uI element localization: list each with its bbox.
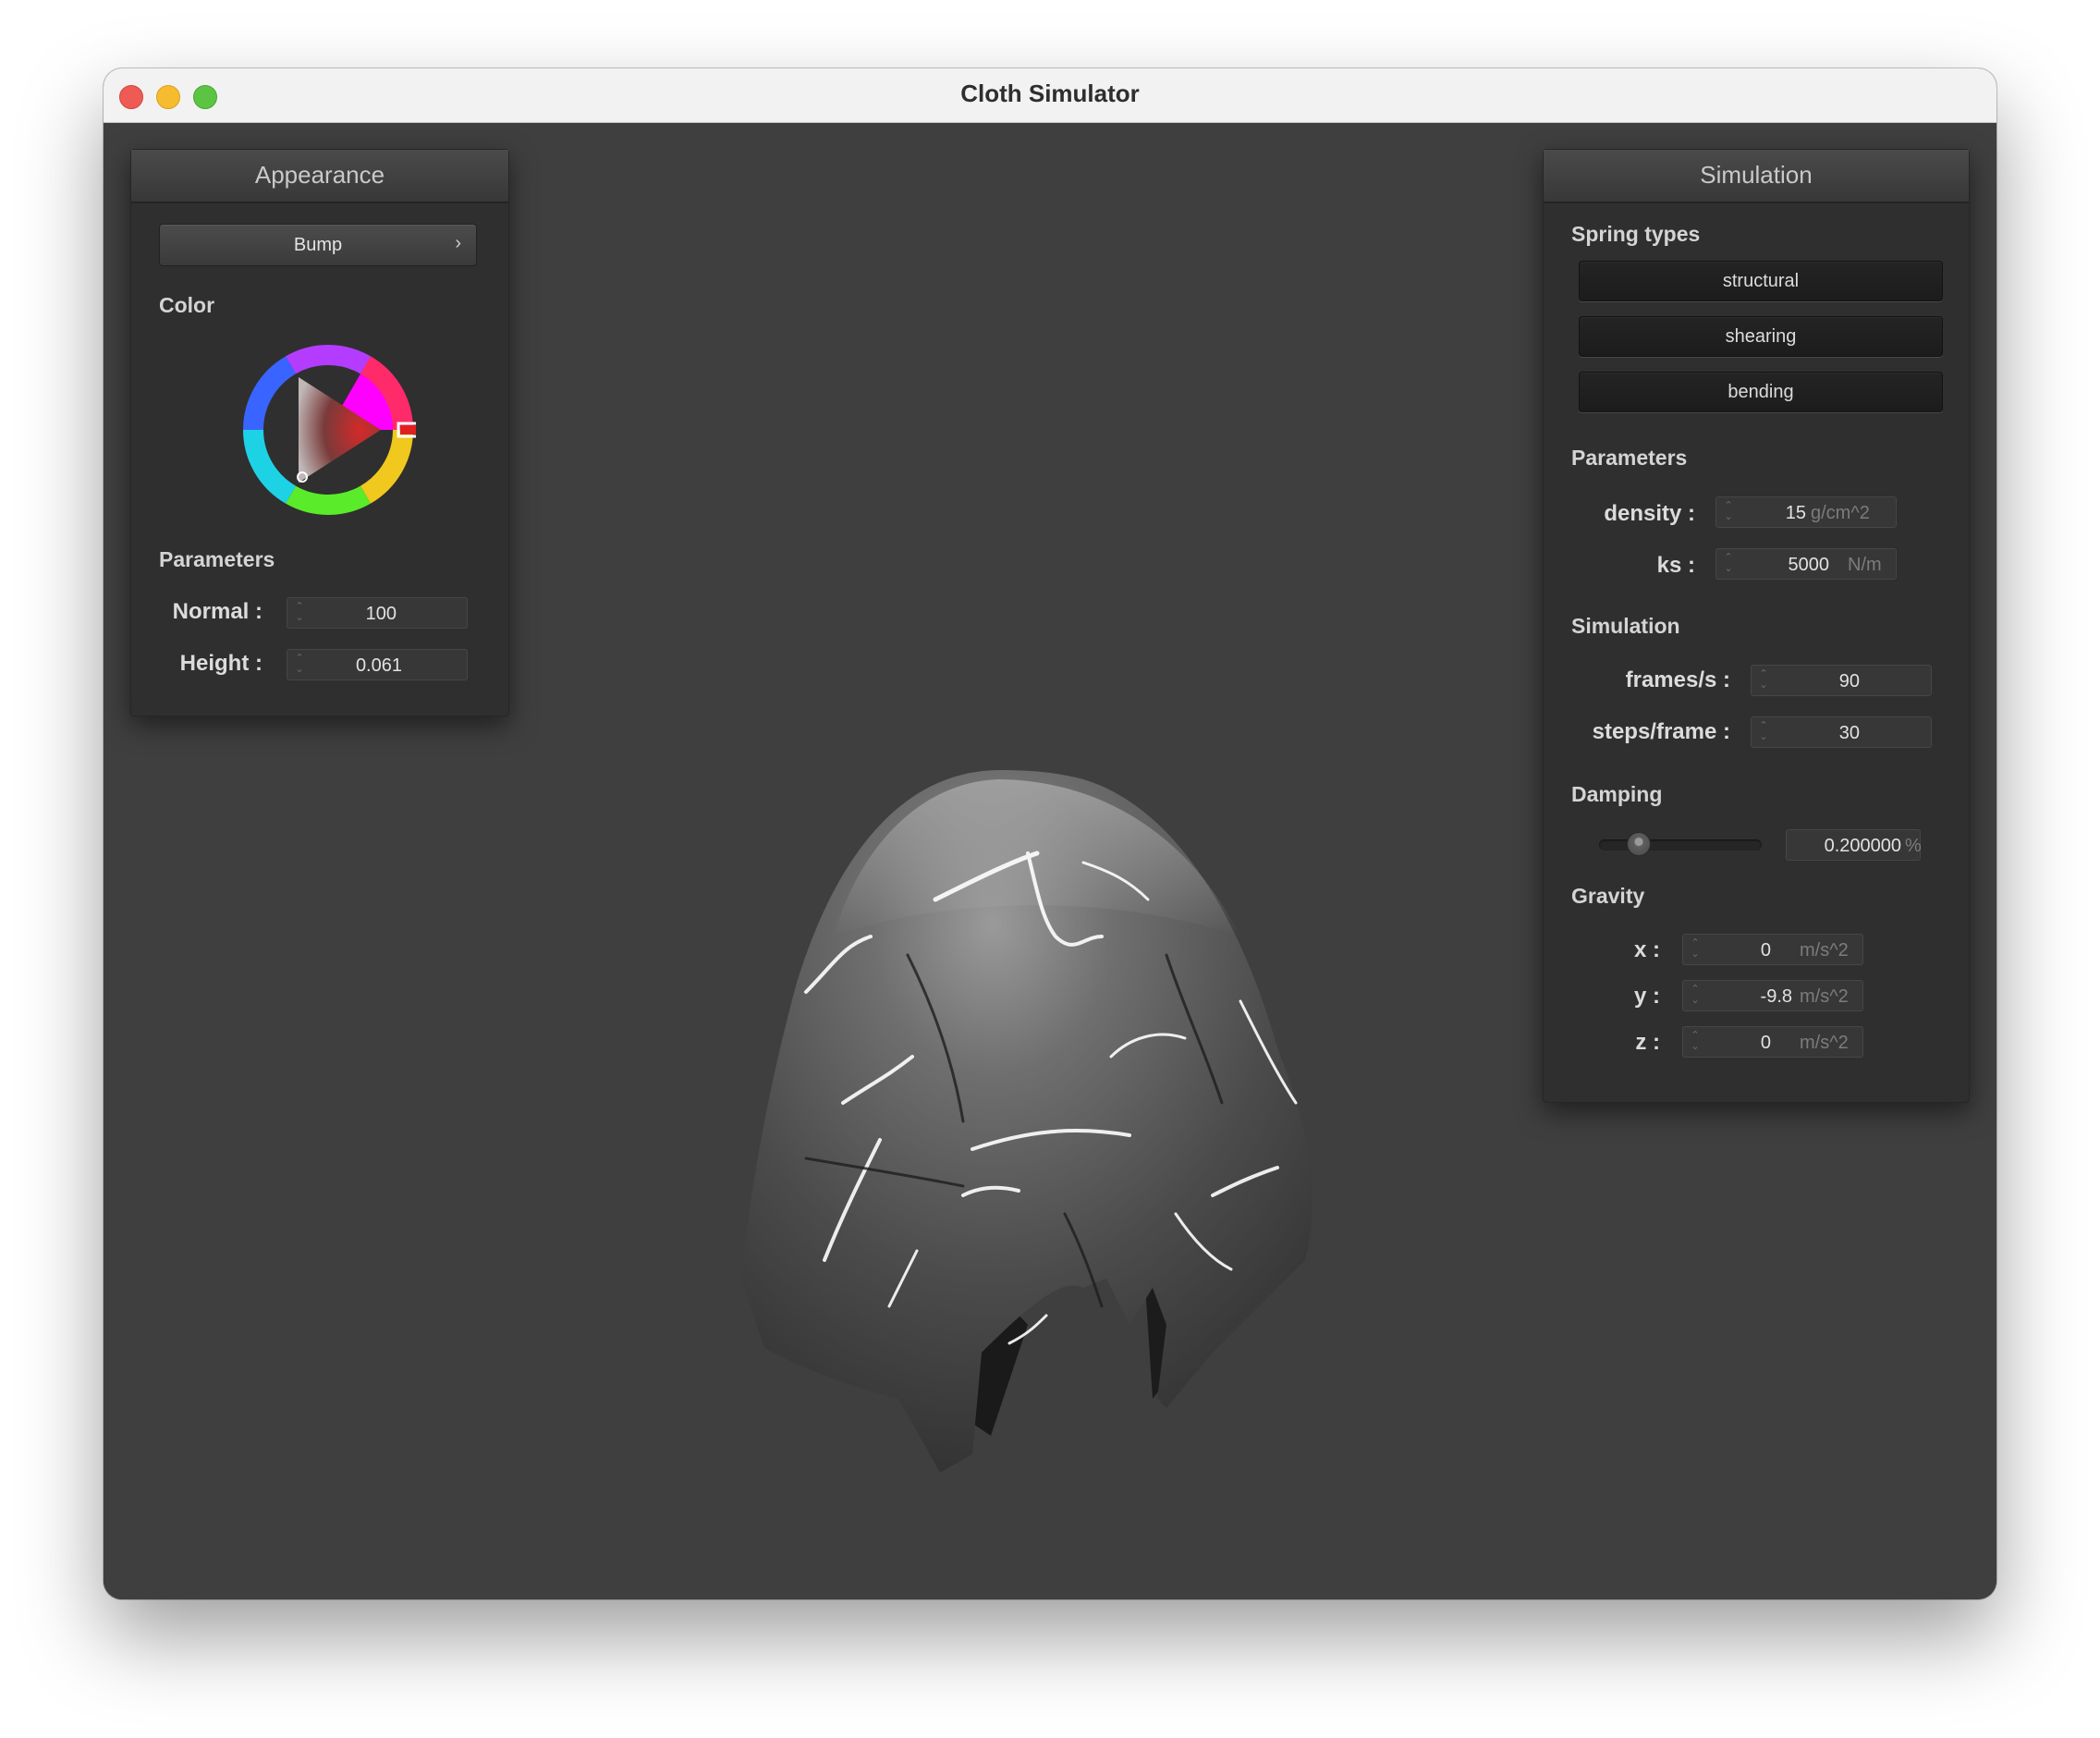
height-field[interactable]: ⌃ ⌄ 0.061	[287, 649, 468, 680]
steps-per-frame-label: steps/frame :	[1592, 719, 1730, 744]
ks-unit: N/m	[1848, 555, 1882, 575]
steps-per-frame-field[interactable]: ⌃ ⌄ 30	[1751, 716, 1932, 748]
frames-per-s-field[interactable]: ⌃ ⌄ 90	[1751, 665, 1932, 696]
sim-parameters-title: Parameters	[1571, 446, 1688, 470]
color-section-title: Color	[159, 293, 215, 317]
gravity-y-field[interactable]: ⌃ ⌄ -9.8 m/s^2	[1682, 980, 1863, 1011]
damping-slider-track[interactable]	[1599, 839, 1762, 851]
gravity-z-unit: m/s^2	[1800, 1033, 1849, 1053]
simulation-section-title: Simulation	[1571, 614, 1680, 638]
height-label: Height :	[179, 651, 262, 676]
shader-popup-label: Bump	[293, 235, 343, 255]
structural-toggle[interactable]: structural	[1579, 261, 1943, 301]
damping-field[interactable]: 0.200000 %	[1786, 829, 1922, 861]
gravity-title: Gravity	[1571, 884, 1645, 908]
damping-value: 0.200000	[1824, 836, 1901, 856]
gravity-z-value: 0	[1760, 1033, 1771, 1053]
gravity-x-value: 0	[1760, 940, 1771, 961]
normal-label: Normal :	[172, 599, 262, 624]
density-label: density :	[1604, 501, 1695, 526]
gravity-x-unit: m/s^2	[1800, 940, 1849, 961]
gravity-z-field[interactable]: ⌃ ⌄ 0 m/s^2	[1682, 1026, 1863, 1058]
ks-field[interactable]: ⌃ ⌄ 5000 N/m	[1715, 548, 1897, 580]
frames-per-s-value: 90	[1838, 671, 1860, 692]
spring-types-title: Spring types	[1571, 222, 1701, 246]
title-bar[interactable]: Cloth Simulator	[104, 68, 1996, 123]
gravity-y-label: y :	[1633, 984, 1660, 1009]
gravity-y-unit: m/s^2	[1800, 986, 1849, 1007]
density-value: 15	[1785, 503, 1806, 523]
height-value: 0.061	[355, 655, 402, 676]
gravity-y-value: -9.8	[1760, 986, 1792, 1007]
damping-title: Damping	[1571, 782, 1663, 806]
bending-toggle[interactable]: bending	[1579, 372, 1943, 412]
gravity-x-field[interactable]: ⌃ ⌄ 0 m/s^2	[1682, 934, 1863, 965]
damping-unit: %	[1905, 836, 1922, 856]
appearance-panel: Appearance Bump › Color Parameters Norma…	[130, 149, 509, 716]
normal-field[interactable]: ⌃ ⌄ 100	[287, 597, 468, 629]
density-field[interactable]: ⌃ ⌄ 15 g/cm^2	[1715, 496, 1897, 528]
frames-per-s-label: frames/s :	[1625, 667, 1730, 692]
color-wheel[interactable]	[240, 342, 416, 518]
ks-label: ks :	[1656, 553, 1695, 578]
steps-per-frame-value: 30	[1838, 723, 1860, 743]
ks-value: 5000	[1788, 555, 1830, 575]
appearance-parameters-title: Parameters	[159, 547, 275, 571]
simulation-header[interactable]: Simulation	[1544, 150, 1969, 203]
gravity-z-label: z :	[1635, 1030, 1660, 1055]
simulation-panel: Simulation Spring types structural shear…	[1543, 149, 1970, 1103]
gravity-x-label: x :	[1633, 937, 1660, 962]
density-unit: g/cm^2	[1811, 503, 1870, 523]
shader-popup-button[interactable]: Bump ›	[159, 224, 477, 266]
chevron-right-icon: ›	[455, 233, 461, 253]
appearance-header[interactable]: Appearance	[131, 150, 508, 203]
damping-slider-knob[interactable]	[1627, 832, 1651, 856]
shearing-toggle[interactable]: shearing	[1579, 316, 1943, 357]
window-title: Cloth Simulator	[960, 80, 1140, 107]
normal-value: 100	[365, 604, 397, 624]
